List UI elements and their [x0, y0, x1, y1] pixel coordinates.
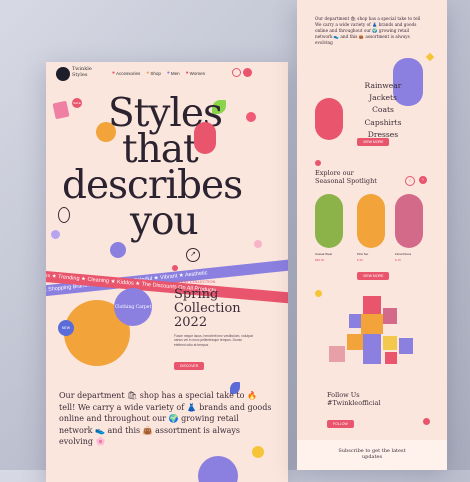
flower-icon [246, 112, 256, 122]
gallery-tile[interactable] [363, 296, 381, 314]
sparkle-icon [425, 52, 435, 62]
product-price: $ 45 [395, 258, 401, 262]
flower-icon [315, 290, 322, 297]
product-card[interactable] [357, 194, 385, 248]
flower-icon [315, 160, 321, 166]
spotlight-title: Explore our Seasonal Spotlight [315, 169, 377, 185]
nav-menu: ● Accessories ● Shop ● Men ● Women [112, 70, 205, 76]
hero-line-4: you [130, 199, 199, 244]
shopping-bags-icon [52, 100, 70, 120]
intro-text: Our department 🛍 shop has a special take… [315, 16, 421, 45]
nav-item-women[interactable]: ● Women [186, 70, 205, 76]
flower-icon [423, 418, 430, 425]
product-name: Casual Wear [315, 252, 333, 256]
category-item[interactable]: Rainwear [357, 80, 409, 92]
product-price: $ 99 [357, 258, 363, 262]
product-name: Floral Dress [395, 252, 412, 256]
gallery-tile[interactable] [383, 308, 397, 324]
product-card[interactable] [395, 194, 423, 248]
gallery-tile[interactable] [385, 352, 397, 364]
product-name: Pink Set [357, 252, 369, 256]
nav-item-men[interactable]: ● Men [167, 70, 180, 76]
nav-item-accessories[interactable]: ● Accessories [112, 70, 140, 76]
collection-tag: LATEST COLLECTION [174, 279, 216, 284]
sunflower-icon [252, 446, 264, 458]
product-card[interactable] [315, 194, 343, 248]
main-page: Twinkle Styles ● Accessories ● Shop ● Men ●… [46, 62, 288, 482]
view-more-button[interactable]: VIEW MORE [357, 138, 390, 146]
collection-description: Fusce neque lacus, hendrerit nec vestibu… [174, 334, 253, 347]
flower-icon [172, 265, 178, 271]
new-badge: NEW [58, 320, 74, 336]
top-navbar: Twinkle Styles ● Accessories ● Shop ● Men ●… [46, 62, 288, 84]
nav-item-shop[interactable]: ● Shop [146, 70, 161, 76]
discover-button[interactable]: DISCOVER [174, 362, 205, 370]
category-photo-left [315, 98, 343, 140]
next-arrow[interactable]: › [419, 176, 427, 184]
subscribe-title: Subscribe to get the latest updates [338, 448, 406, 460]
logo[interactable] [56, 67, 70, 81]
hero-photo-2 [194, 122, 216, 154]
category-list: Rainwear Jackets Coats Capshirts Dresses [357, 80, 409, 141]
subscribe-section: Subscribe to get the latest updates [297, 440, 447, 470]
collection-title: Spring Collection 2022 [174, 287, 241, 330]
category-item[interactable]: Capshirts [357, 117, 409, 129]
logo-text: Twinkle Styles [72, 66, 92, 78]
follow-button[interactable]: FOLLOW [327, 420, 354, 428]
hero-photo-1 [96, 122, 116, 142]
gallery-tile[interactable] [363, 334, 381, 364]
swirl-icon [58, 207, 70, 223]
gallery-tile[interactable] [329, 346, 345, 362]
about-text: Our department 🛍 shop has a special take… [59, 391, 272, 446]
category-item[interactable]: Coats [357, 104, 409, 116]
arrow-button[interactable]: ↗ [186, 248, 200, 262]
gallery-tile[interactable] [399, 338, 413, 354]
clothing-bubble: Clothing Carpet [114, 288, 152, 326]
secondary-page: Our department 🛍 shop has a special take… [297, 0, 447, 470]
cart-icon[interactable] [243, 68, 252, 77]
sale-badge: SALE [72, 98, 82, 108]
gallery-tile[interactable] [347, 334, 363, 350]
category-item[interactable]: Jackets [357, 92, 409, 104]
prev-arrow[interactable]: ‹ [405, 176, 415, 186]
footer-photo [198, 456, 238, 482]
follow-title: Follow Us #Twinkleofficial [327, 391, 381, 407]
gallery-tile[interactable] [361, 314, 383, 334]
flower-icon [51, 230, 60, 239]
flower-icon [254, 240, 262, 248]
search-icon[interactable] [232, 68, 241, 77]
hero-photo-3 [110, 242, 126, 258]
view-more-button[interactable]: VIEW MORE [357, 272, 390, 280]
product-price: $89.00 [315, 258, 325, 262]
gallery-tile[interactable] [349, 314, 361, 328]
gallery-tile[interactable] [383, 336, 397, 350]
